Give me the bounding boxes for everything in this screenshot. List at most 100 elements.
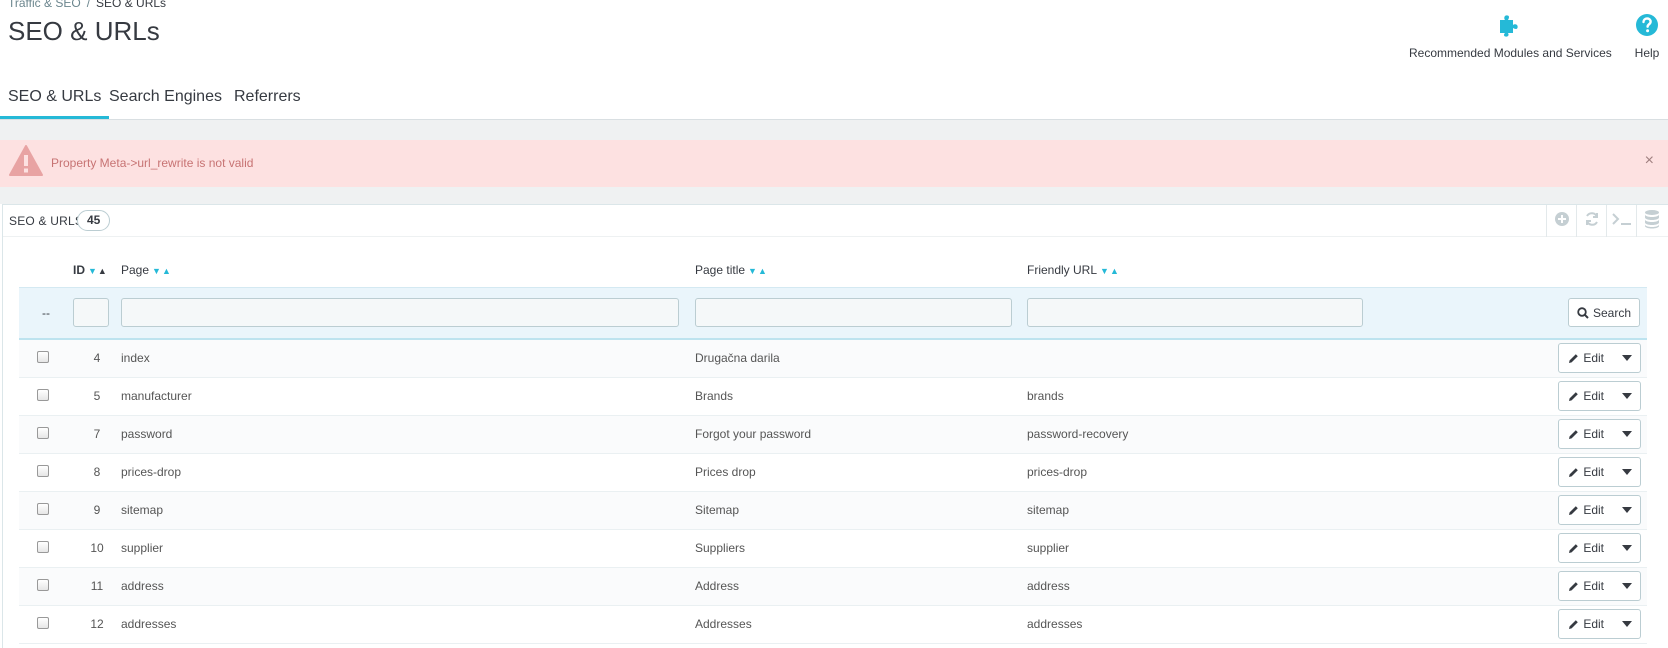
- row-id: 7: [73, 415, 121, 454]
- row-select-cell: [19, 377, 73, 416]
- row-page-title: Brands: [695, 377, 1027, 416]
- filter-page-input[interactable]: [121, 298, 679, 328]
- edit-button[interactable]: Edit: [1559, 496, 1614, 524]
- caret-down-icon: [1622, 355, 1632, 362]
- panel-toolbar: [1546, 205, 1668, 237]
- row-id: 4: [73, 339, 121, 378]
- add-new-button[interactable]: [1546, 205, 1576, 237]
- actions-dropdown-toggle[interactable]: [1614, 458, 1640, 486]
- pencil-icon: [1569, 391, 1579, 401]
- edit-button-label: Edit: [1583, 503, 1604, 517]
- row-checkbox[interactable]: [37, 426, 49, 439]
- caret-down-icon: [1622, 393, 1632, 399]
- actions-dropdown-toggle[interactable]: [1614, 496, 1640, 524]
- tab-search-engines[interactable]: Search Engines: [101, 80, 230, 119]
- row-checkbox[interactable]: [37, 502, 49, 515]
- count-badge: 45: [77, 210, 111, 231]
- edit-button[interactable]: Edit: [1559, 610, 1614, 638]
- pencil-icon: [1569, 353, 1579, 363]
- table-row: 5 manufacturer Brands brands Edit: [19, 377, 1647, 416]
- sort-asc-icon[interactable]: ▲: [98, 266, 107, 276]
- question-circle-icon: [1634, 12, 1660, 38]
- actions-dropdown-toggle[interactable]: [1614, 572, 1640, 600]
- row-page-title: Addresses: [695, 605, 1027, 644]
- row-friendly-url: brands: [1027, 377, 1487, 416]
- header-friendly-url-label: Friendly URL: [1027, 262, 1098, 277]
- caret-down-icon: [1622, 583, 1632, 589]
- table-body: 4 index Drugačna darila Edit 5 manufactu…: [19, 339, 1647, 644]
- edit-button[interactable]: Edit: [1559, 572, 1614, 600]
- edit-button[interactable]: Edit: [1559, 420, 1614, 448]
- row-page: sitemap: [121, 491, 695, 530]
- row-select-cell: [19, 339, 73, 378]
- sql-query-button[interactable]: [1606, 205, 1636, 237]
- row-checkbox[interactable]: [37, 464, 49, 477]
- pencil-icon: [1569, 467, 1579, 477]
- table-row: 12 addresses Addresses addresses Edit: [19, 605, 1647, 644]
- actions-dropdown-toggle[interactable]: [1614, 534, 1640, 562]
- sort-desc-icon[interactable]: ▼: [88, 266, 97, 276]
- refresh-list-button[interactable]: [1576, 205, 1606, 237]
- row-friendly-url: sitemap: [1027, 491, 1487, 530]
- row-page-title: Drugačna darila: [695, 339, 1027, 378]
- row-action-group: Edit: [1558, 609, 1641, 639]
- tab-referrers[interactable]: Referrers: [226, 80, 309, 119]
- row-friendly-url: password-recovery: [1027, 415, 1487, 454]
- row-checkbox[interactable]: [37, 616, 49, 629]
- row-checkbox[interactable]: [37, 540, 49, 553]
- edit-button-label: Edit: [1583, 427, 1604, 441]
- row-checkbox[interactable]: [37, 350, 49, 363]
- caret-down-icon: [1622, 545, 1632, 551]
- panel-heading: SEO & URLS 45: [3, 205, 1668, 237]
- sort-desc-icon[interactable]: ▼: [748, 266, 757, 276]
- header-id-label: ID: [73, 262, 85, 277]
- row-checkbox[interactable]: [37, 578, 49, 591]
- row-page-title: Address: [695, 567, 1027, 606]
- pencil-icon: [1569, 543, 1579, 553]
- header-page: Page ▼▲: [121, 253, 695, 287]
- actions-dropdown-toggle[interactable]: [1614, 382, 1640, 410]
- error-alert: Property Meta->url_rewrite is not valid …: [0, 140, 1668, 187]
- sort-asc-icon[interactable]: ▲: [162, 266, 171, 276]
- edit-button[interactable]: Edit: [1559, 344, 1614, 373]
- row-actions: Edit: [1487, 529, 1647, 568]
- sort-desc-icon[interactable]: ▼: [1100, 266, 1109, 276]
- table-row: 8 prices-drop Prices drop prices-drop Ed…: [19, 453, 1647, 492]
- edit-button[interactable]: Edit: [1559, 382, 1614, 410]
- help-button[interactable]: Help: [1634, 12, 1660, 60]
- sort-asc-icon[interactable]: ▲: [758, 266, 767, 276]
- actions-dropdown-toggle[interactable]: [1614, 610, 1640, 638]
- recommended-modules-button[interactable]: Recommended Modules and Services: [1409, 12, 1612, 60]
- alert-message: Property Meta->url_rewrite is not valid: [51, 156, 254, 170]
- edit-button[interactable]: Edit: [1559, 458, 1614, 486]
- sort-desc-icon[interactable]: ▼: [152, 266, 161, 276]
- edit-button[interactable]: Edit: [1559, 534, 1614, 562]
- row-friendly-url: prices-drop: [1027, 453, 1487, 492]
- search-button[interactable]: Search: [1567, 298, 1640, 328]
- tab-seo-urls[interactable]: SEO & URLs: [0, 80, 110, 119]
- row-friendly-url: addresses: [1027, 605, 1487, 644]
- filter-page-title-input[interactable]: [695, 298, 1012, 328]
- close-icon[interactable]: ×: [1645, 152, 1654, 170]
- actions-dropdown-toggle[interactable]: [1614, 420, 1640, 448]
- export-database-button[interactable]: [1636, 205, 1666, 237]
- sort-asc-icon[interactable]: ▲: [1110, 266, 1119, 276]
- row-select-cell: [19, 415, 73, 454]
- table-row: 4 index Drugačna darila Edit: [19, 339, 1647, 378]
- row-friendly-url: supplier: [1027, 529, 1487, 568]
- tab-bar: SEO & URLs Search Engines Referrers: [0, 80, 1668, 120]
- row-action-group: Edit: [1558, 419, 1641, 449]
- edit-button-label: Edit: [1583, 617, 1604, 631]
- table-row: 7 password Forgot your password password…: [19, 415, 1647, 454]
- actions-dropdown-toggle[interactable]: [1614, 344, 1640, 372]
- row-page: index: [121, 339, 695, 378]
- row-select-cell: [19, 567, 73, 606]
- filter-id-input[interactable]: [73, 298, 109, 328]
- row-checkbox[interactable]: [37, 388, 49, 401]
- row-select-cell: [19, 453, 73, 492]
- pencil-icon: [1569, 505, 1579, 515]
- filter-friendly-url-input[interactable]: [1027, 298, 1363, 328]
- row-page-title: Prices drop: [695, 453, 1027, 492]
- breadcrumb-parent-link[interactable]: Traffic & SEO: [8, 0, 81, 10]
- row-actions: Edit: [1487, 415, 1647, 454]
